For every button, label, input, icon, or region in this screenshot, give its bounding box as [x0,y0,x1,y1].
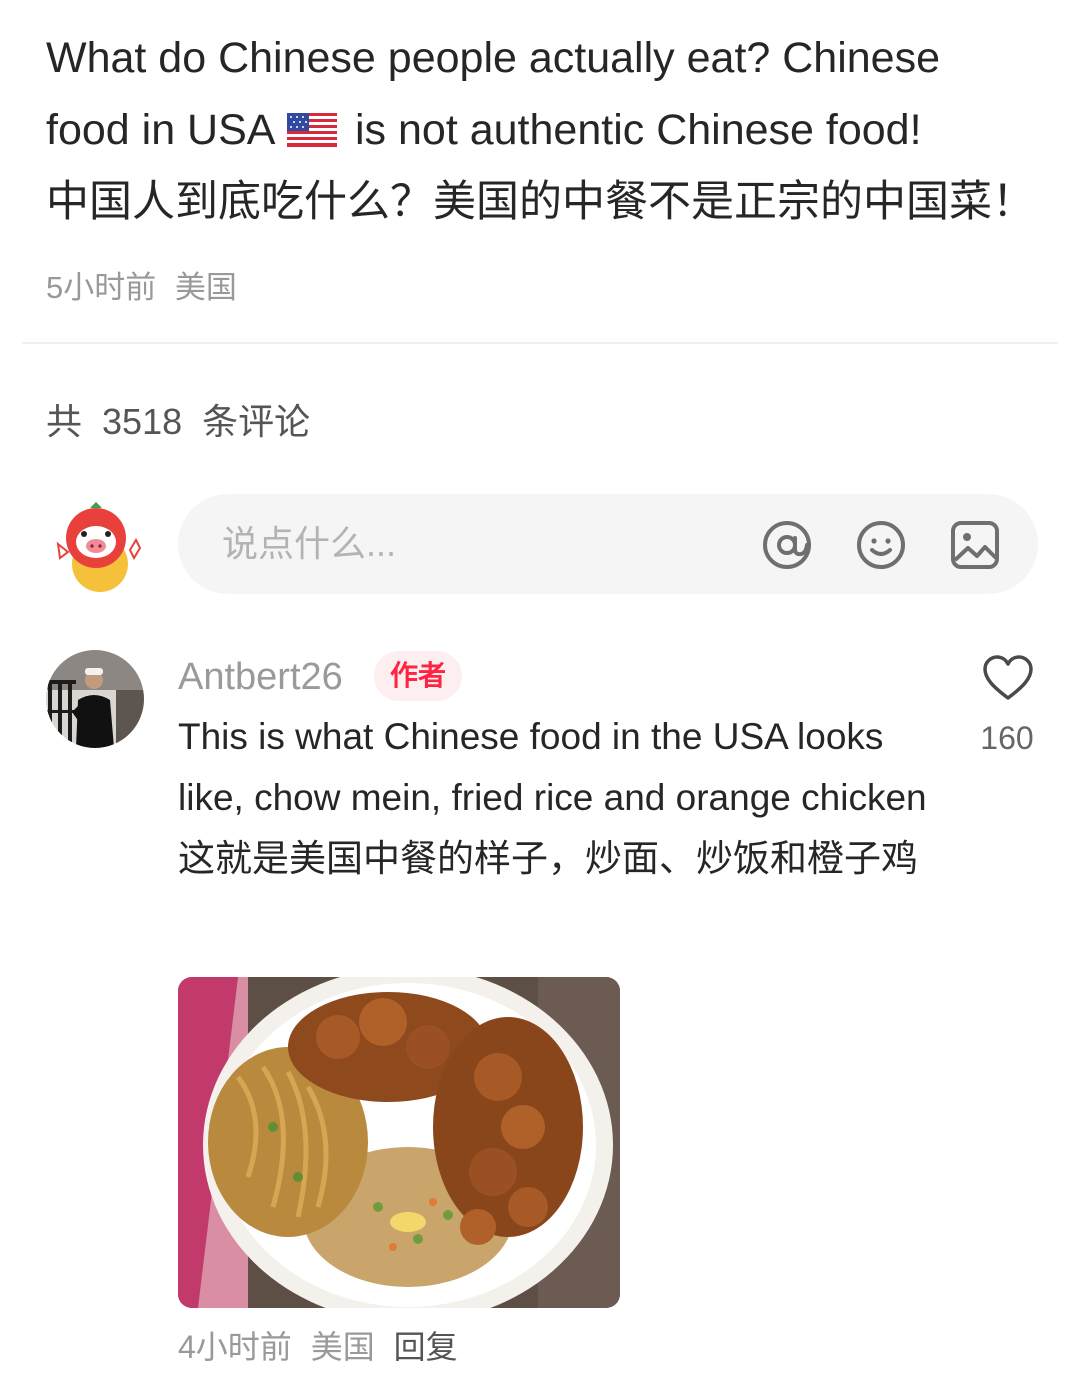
like-count: 160 [980,720,1034,756]
comment-text: This is what Chinese food in the USA loo… [178,716,927,879]
comment-location: 美国 [310,1329,375,1365]
my-avatar[interactable] [50,500,144,594]
at-icon[interactable] [760,518,814,572]
post-meta: 5小时前 美国 [46,266,237,310]
post-title: What do Chinese people actually eat? Chi… [46,22,1046,238]
comment-count-number: 3518 [102,401,183,442]
comment-count-prefix: 共 [46,401,83,442]
commenter-username[interactable]: Antbert26 [178,654,343,700]
post-time: 5小时前 [46,270,157,305]
reply-button[interactable]: 回复 [394,1329,458,1365]
post-title-line2: food in USA is not authentic Chinese foo… [46,94,1046,166]
post-title-line2b: is not authentic Chinese food! [355,106,922,154]
post-title-line3: 中国人到底吃什么？美国的中餐不是正宗的中国菜！ [46,178,1035,226]
flag-usa-icon [287,113,338,147]
post-title-line2a: food in USA [46,106,274,154]
post-title-line1: What do Chinese people actually eat? Chi… [46,34,941,82]
comment-input-placeholder: 说点什么... [222,523,397,564]
comment-meta: 4小时前 美国 回复 [178,1325,458,1369]
comment-count-suffix: 条评论 [202,401,311,442]
comment-input[interactable]: 说点什么... [178,494,1038,594]
commenter-avatar[interactable] [46,650,144,748]
comment-time: 4小时前 [178,1329,292,1365]
post-page: What do Chinese people actually eat? Chi… [0,0,1080,1385]
comment-image[interactable] [178,977,620,1308]
author-tag: 作者 [374,651,462,701]
image-icon[interactable] [948,518,1002,572]
heart-icon[interactable] [982,654,1034,702]
post-location: 美国 [174,270,237,305]
emoji-icon[interactable] [854,518,908,572]
comment-count: 共 3518 条评论 [46,398,310,446]
divider [22,342,1058,344]
